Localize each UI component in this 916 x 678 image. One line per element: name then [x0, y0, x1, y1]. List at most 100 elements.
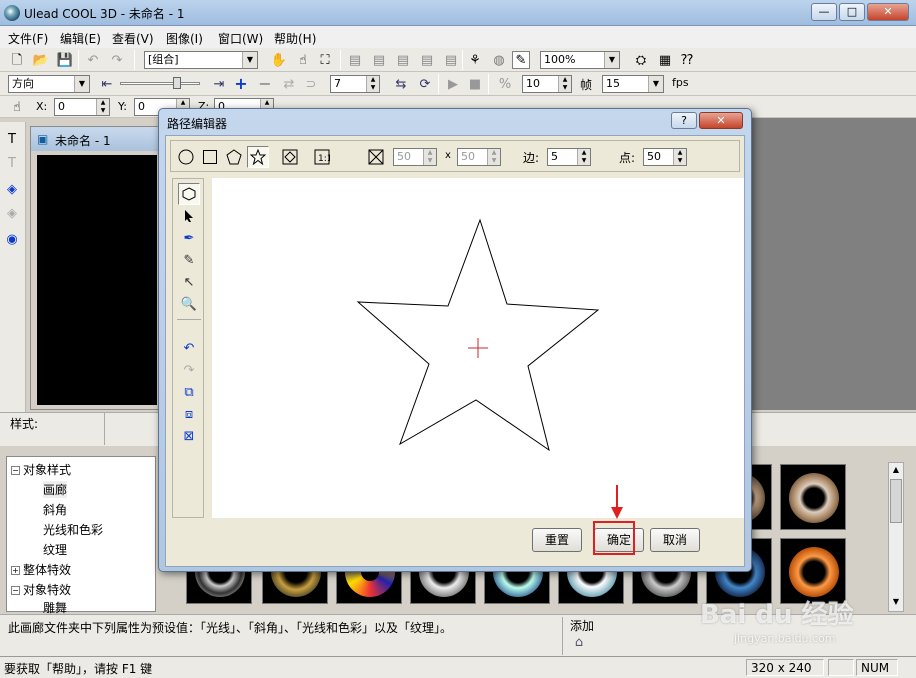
height-spinner[interactable]: 50 ▲ ▼ [457, 148, 501, 166]
zoom-combo[interactable]: 100% ▼ [540, 51, 620, 69]
timeline-slider[interactable] [120, 77, 200, 89]
star-path[interactable] [356, 218, 600, 452]
stop-icon[interactable]: ■ [466, 75, 484, 93]
last-keyframe-icon[interactable]: ⇥ [210, 75, 228, 93]
edit-text-icon[interactable]: T [3, 154, 21, 172]
new-file-icon[interactable]: 🗋 [8, 51, 26, 69]
close-button[interactable]: ✕ [867, 3, 909, 21]
points-spinner[interactable]: 50 ▲ ▼ [643, 148, 687, 166]
canvas-preview[interactable] [37, 155, 157, 405]
redo-tool[interactable]: ↷ [178, 359, 200, 381]
cancel-button[interactable]: 取消 [650, 528, 700, 552]
frame-spinner[interactable]: 7 ▲ ▼ [330, 75, 380, 93]
menu-image[interactable]: 图像(I) [166, 30, 203, 47]
context-help-icon[interactable]: ⁇ [678, 51, 696, 69]
width-spinner[interactable]: 50 ▲ ▼ [393, 148, 437, 166]
layer-forward-icon[interactable]: ▤ [394, 51, 412, 69]
loop-icon[interactable]: ⟳ [416, 75, 434, 93]
menu-file[interactable]: 文件(F) [8, 30, 48, 47]
trace-tool[interactable]: ⧈ [178, 403, 200, 425]
layer-front-icon[interactable]: ▤ [346, 51, 364, 69]
delete-point-tool[interactable]: ✎ [178, 249, 200, 271]
star-shape-button[interactable] [247, 146, 269, 168]
spin-arrows-icon[interactable]: ▲▼ [96, 99, 109, 115]
circle-shape-button[interactable] [175, 146, 197, 168]
scroll-down-icon[interactable]: ▼ [890, 597, 902, 609]
render-icon[interactable]: ⛭ [632, 51, 650, 69]
dialog-close-button[interactable]: ✕ [699, 112, 743, 129]
maximize-button[interactable]: □ [839, 3, 865, 21]
spin-arrows-icon[interactable]: ▲▼ [577, 149, 590, 165]
play-icon[interactable]: ▶ [444, 75, 462, 93]
expand-icon[interactable]: + [11, 566, 20, 575]
open-folder-icon[interactable]: 📂 [32, 51, 50, 69]
spin-arrows-icon[interactable]: ▲▼ [487, 149, 500, 165]
first-keyframe-icon[interactable]: ⇤ [98, 75, 116, 93]
split-keyframe-icon[interactable]: ⇄ [280, 75, 298, 93]
tree-node-gallery[interactable]: 画廊 [43, 481, 68, 498]
layer-backward-icon[interactable]: ▤ [418, 51, 436, 69]
tree-node-global-effects[interactable]: + 整体特效 [11, 561, 71, 578]
zoom-tool[interactable]: 🔍 [178, 293, 200, 315]
polygon-tool[interactable] [178, 183, 200, 205]
dialog-help-button[interactable]: ? [671, 112, 697, 129]
slider-thumb[interactable] [173, 77, 181, 89]
insert-text-icon[interactable]: T [3, 130, 21, 148]
quality-toggle-icon[interactable]: ✎ [512, 51, 530, 69]
gallery-thumbnail[interactable] [780, 464, 846, 530]
fps-combo[interactable]: 15 ▼ [602, 75, 664, 93]
import-image-tool[interactable]: ⧉ [178, 381, 200, 403]
shape-library-button[interactable] [279, 146, 301, 168]
direction-combo[interactable]: 方向 ▼ [8, 75, 90, 93]
move-object-icon[interactable]: ☝ [8, 98, 26, 116]
wireframe-icon[interactable]: ⚘ [466, 51, 484, 69]
redo-icon[interactable]: ↷ [108, 51, 126, 69]
percent-icon[interactable]: % [496, 75, 514, 93]
scroll-up-icon[interactable]: ▲ [890, 465, 902, 477]
rotate-hand-icon[interactable]: ☝ [294, 51, 312, 69]
insert-geometry-icon[interactable]: ◉ [3, 230, 21, 248]
palette-icon[interactable]: ▦ [656, 51, 674, 69]
select-tool[interactable] [178, 205, 200, 227]
reverse-icon[interactable]: ⊃ [302, 75, 320, 93]
x-spinner[interactable]: 0 ▲ ▼ [54, 98, 110, 116]
menu-window[interactable]: 窗口(W) [218, 30, 263, 47]
scroll-thumb[interactable] [890, 479, 902, 523]
document-titlebar[interactable]: ▣ 未命名 - 1 [31, 127, 161, 151]
undo-icon[interactable]: ↶ [84, 51, 102, 69]
square-shape-button[interactable] [199, 146, 221, 168]
spin-arrows-icon[interactable]: ▲▼ [366, 76, 379, 92]
reset-button[interactable]: 重置 [532, 528, 582, 552]
save-icon[interactable]: 💾 [56, 51, 74, 69]
swap-icon[interactable]: ⇆ [392, 75, 410, 93]
add-point-tool[interactable]: ✒ [178, 227, 200, 249]
gallery-scrollbar[interactable]: ▲ ▼ [888, 462, 904, 612]
globe-icon[interactable]: ◍ [490, 51, 508, 69]
tree-node-light-color[interactable]: 光线和色彩 [43, 521, 103, 538]
menu-view[interactable]: 查看(V) [112, 30, 154, 47]
tree-node-bevel[interactable]: 斜角 [43, 501, 67, 518]
collapse-icon[interactable]: − [11, 586, 20, 595]
convert-point-tool[interactable]: ↖ [178, 271, 200, 293]
add-to-gallery-icon[interactable]: ⌂ [570, 633, 588, 651]
total-frames-spinner[interactable]: 10 ▲ ▼ [522, 75, 572, 93]
tree-node-texture[interactable]: 纹理 [43, 541, 67, 558]
layer-back-icon[interactable]: ▤ [370, 51, 388, 69]
fit-view-icon[interactable]: ⛶ [316, 51, 334, 69]
effects-tree[interactable]: − 对象样式 画廊 斜角 光线和色彩 纹理 + 整体特效 − 对象特效 雕舞 [6, 456, 156, 615]
menu-help[interactable]: 帮助(H) [274, 30, 316, 47]
sides-spinner[interactable]: 5 ▲ ▼ [547, 148, 591, 166]
document-window[interactable]: ▣ 未命名 - 1 [30, 126, 162, 410]
collapse-icon[interactable]: − [11, 466, 20, 475]
path-canvas[interactable] [212, 178, 744, 518]
spin-arrows-icon[interactable]: ▲▼ [673, 149, 686, 165]
tree-node-object-effects[interactable]: − 对象特效 [11, 581, 71, 598]
tree-node-object-style[interactable]: − 对象样式 [11, 461, 71, 478]
add-keyframe-icon[interactable]: + [232, 75, 250, 93]
actual-size-button[interactable]: 1:1 [311, 146, 333, 168]
edit-graphic-icon[interactable]: ◈ [3, 204, 21, 222]
clear-tool[interactable]: ⊠ [178, 425, 200, 447]
menu-edit[interactable]: 编辑(E) [60, 30, 101, 47]
spin-arrows-icon[interactable]: ▲▼ [558, 76, 571, 92]
insert-graphic-icon[interactable]: ◈ [3, 180, 21, 198]
